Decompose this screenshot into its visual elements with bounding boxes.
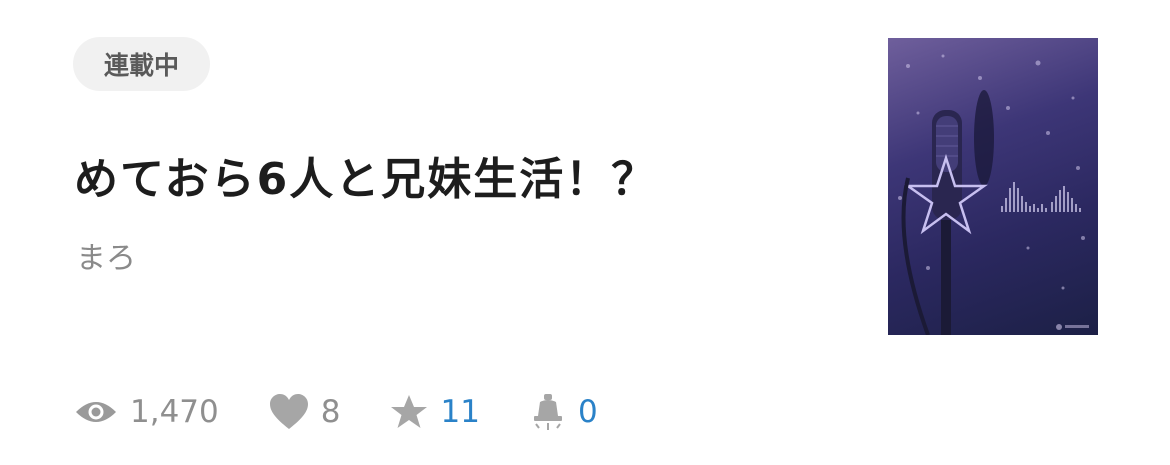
stats-bar: 1,470 8 11 0 [74,388,648,436]
view-count-value: 1,470 [130,394,219,430]
like-count-value: 8 [320,394,341,430]
bookmark-count-value: 0 [577,394,598,430]
like-count[interactable]: 8 [269,394,341,430]
bookmark-count[interactable]: 0 [530,392,598,432]
author-name[interactable]: まろ [76,233,136,277]
heart-icon[interactable] [269,394,309,430]
cover-art [898,54,1089,335]
eye-icon [74,398,118,426]
view-count: 1,470 [74,394,219,430]
bell-icon[interactable] [530,392,566,432]
cover-image[interactable] [888,38,1098,335]
status-badge: 連載中 [73,37,210,91]
star-count[interactable]: 11 [390,394,480,430]
star-icon[interactable] [390,394,428,430]
star-count-value: 11 [440,394,480,430]
work-card[interactable]: 連載中 めておら6人と兄妹生活！？ まろ 1,470 8 11 0 [0,0,1170,465]
work-title[interactable]: めておら6人と兄妹生活！？ [74,143,657,207]
